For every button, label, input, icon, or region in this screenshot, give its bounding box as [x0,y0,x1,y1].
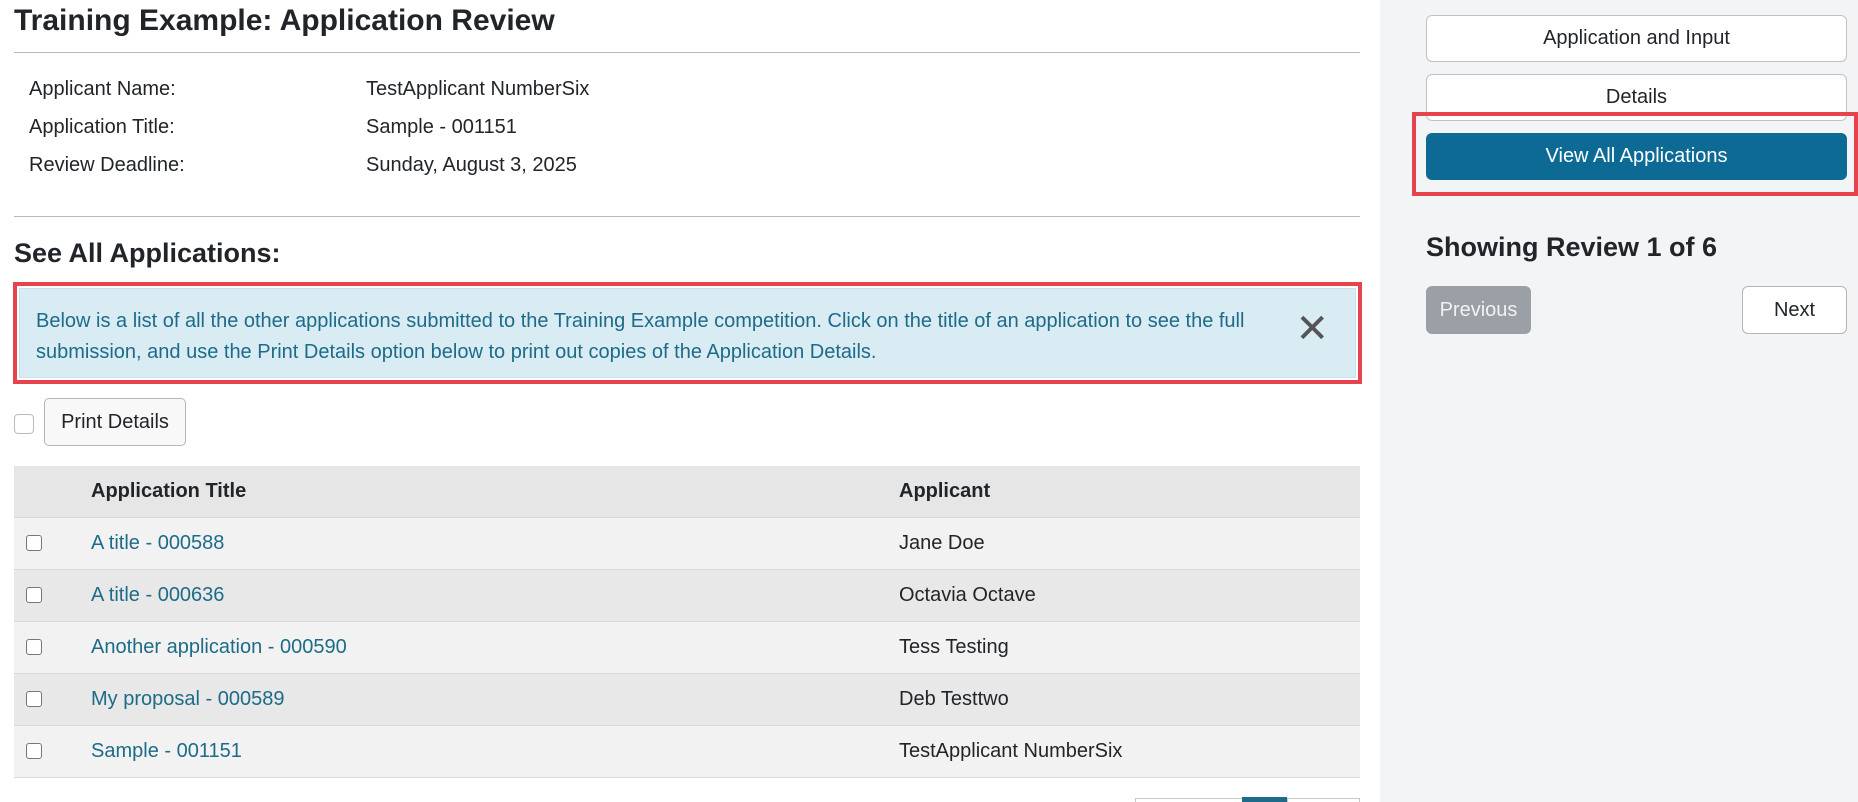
application-title-link[interactable]: A title - 000636 [91,584,224,607]
row-checkbox[interactable] [26,743,42,759]
pagination-next[interactable] [1287,798,1360,802]
print-details-button[interactable]: Print Details [44,398,186,446]
applicant-name: Tess Testing [899,636,1009,658]
application-title-link[interactable]: A title - 000588 [91,532,224,555]
select-all-checkbox[interactable] [14,414,34,434]
review-counter: Showing Review 1 of 6 [1426,232,1718,262]
applicant-name: Deb Testtwo [899,688,1009,710]
application-title-link[interactable]: Sample - 001151 [91,740,242,763]
applicant-name: Octavia Octave [899,584,1036,606]
application-title-link[interactable]: My proposal - 000589 [91,688,284,711]
table-row: Sample - 001151 TestApplicant NumberSix [14,726,1360,778]
detail-value: Sample - 001151 [366,116,517,138]
application-title-link[interactable]: Another application - 000590 [91,636,347,659]
divider [14,52,1360,53]
next-button[interactable]: Next [1742,286,1847,334]
divider [14,216,1360,217]
alert-text: Below is a list of all the other applica… [36,310,1245,363]
row-checkbox[interactable] [26,639,42,655]
page-title: Training Example: Application Review [14,4,555,37]
row-checkbox[interactable] [26,587,42,603]
table-body: A title - 000588 Jane Doe A title - 0006… [14,518,1360,778]
table-row: A title - 000636 Octavia Octave [14,570,1360,622]
detail-value: TestApplicant NumberSix [366,78,590,100]
view-all-applications-button[interactable]: View All Applications [1426,133,1847,180]
detail-value: Sunday, August 3, 2025 [366,154,577,176]
applicant-name: TestApplicant NumberSix [899,740,1123,762]
close-icon[interactable]: ✕ [1295,309,1329,349]
application-and-input-button[interactable]: Application and Input [1426,15,1847,62]
table-row: My proposal - 000589 Deb Testtwo [14,674,1360,726]
pagination-current-page[interactable] [1242,797,1287,802]
table-header: Application Title Applicant [14,466,1360,518]
applicant-name: Jane Doe [899,532,985,554]
previous-button[interactable]: Previous [1426,286,1531,334]
table-row: Another application - 000590 Tess Testin… [14,622,1360,674]
column-header-title: Application Title [91,480,247,502]
info-alert: Below is a list of all the other applica… [19,288,1356,378]
main-content: Training Example: Application Review App… [0,0,1380,802]
column-header-applicant: Applicant [899,480,991,502]
table-row: A title - 000588 Jane Doe [14,518,1360,570]
applications-table: Application Title Applicant A title - 00… [14,466,1360,778]
section-title: See All Applications: [14,238,281,268]
row-checkbox[interactable] [26,535,42,551]
detail-label: Applicant Name: [29,78,176,100]
detail-label: Review Deadline: [29,154,185,176]
row-checkbox[interactable] [26,691,42,707]
pagination-prev[interactable] [1135,798,1243,802]
detail-label: Application Title: [29,116,175,138]
